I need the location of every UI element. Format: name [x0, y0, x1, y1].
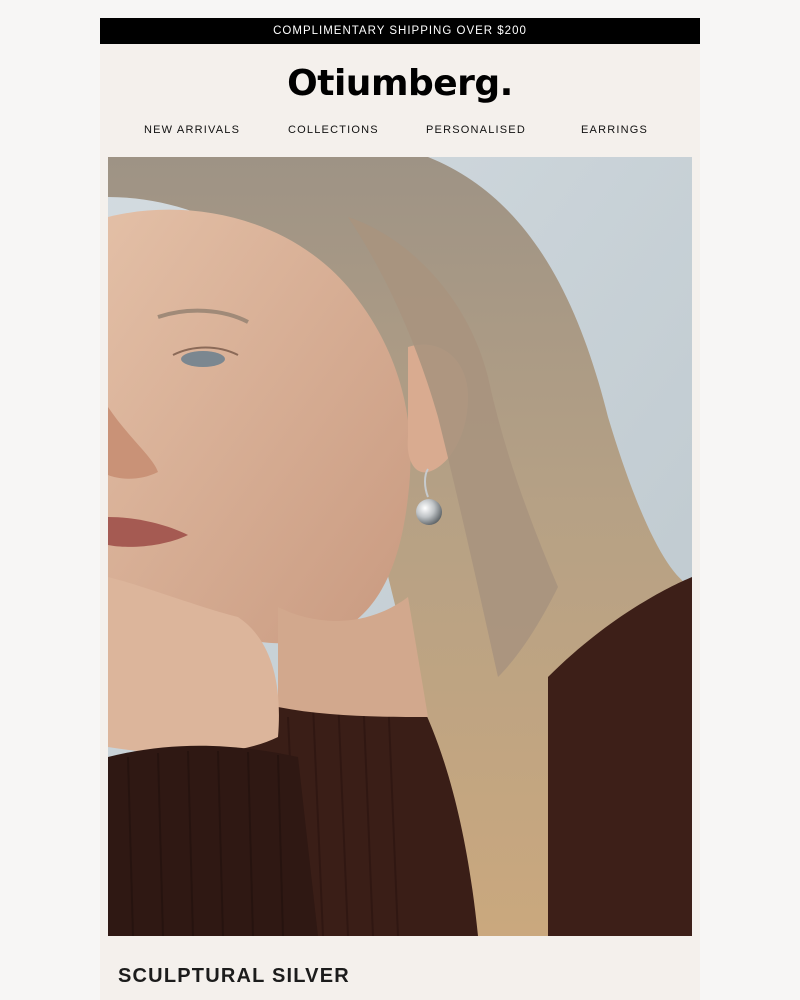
- email-container: COMPLIMENTARY SHIPPING OVER $200 Otiumbe…: [100, 18, 700, 1000]
- nav-item-personalised[interactable]: PERSONALISED: [426, 124, 526, 136]
- brand-logo[interactable]: Otiumberg.: [100, 58, 700, 108]
- promo-text: COMPLIMENTARY SHIPPING OVER $200: [273, 25, 527, 37]
- hero-image[interactable]: [108, 157, 692, 936]
- nav-item-earrings[interactable]: EARRINGS: [581, 124, 648, 136]
- nav-item-collections[interactable]: COLLECTIONS: [288, 124, 379, 136]
- hero-portrait-illustration: [108, 157, 692, 936]
- section-title: SCULPTURAL SILVER: [118, 965, 350, 987]
- promo-banner[interactable]: COMPLIMENTARY SHIPPING OVER $200: [100, 18, 700, 44]
- earring-product: [416, 499, 442, 525]
- nav-item-new-arrivals[interactable]: NEW ARRIVALS: [144, 124, 240, 136]
- main-nav: NEW ARRIVALS COLLECTIONS PERSONALISED EA…: [100, 124, 700, 140]
